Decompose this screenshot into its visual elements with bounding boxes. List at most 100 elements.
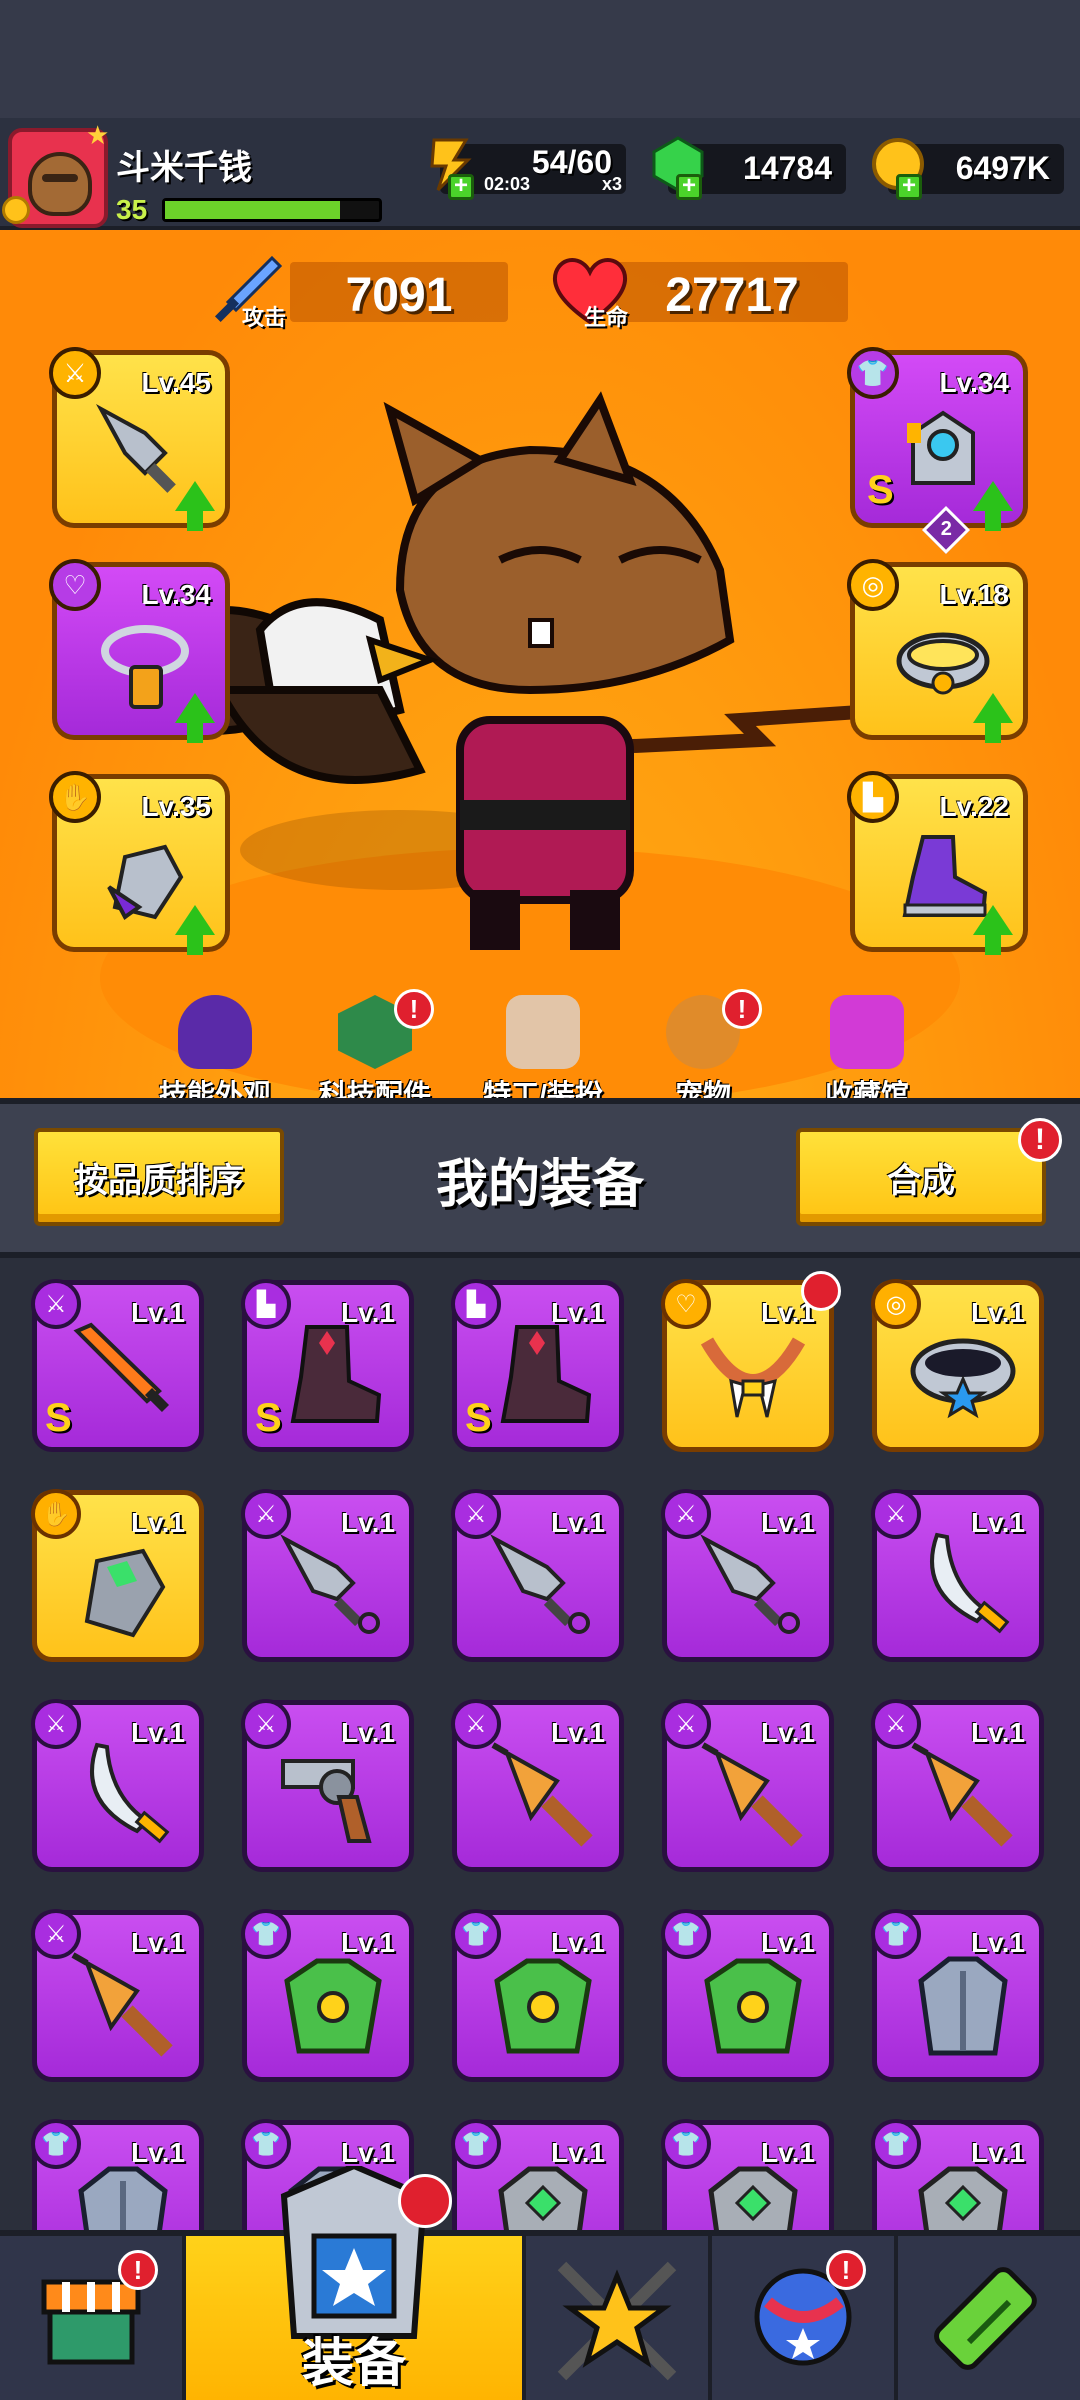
- energy-value: 54/60: [531, 144, 612, 180]
- inventory-item-green-armor[interactable]: 👕 Lv.1: [241, 1909, 414, 2082]
- inventory-item-fang-necklace[interactable]: ♡ Lv.1: [661, 1271, 841, 1452]
- inventory-item-star-belt[interactable]: ◎ Lv.1: [871, 1279, 1044, 1452]
- green-armor-icon: [284, 1958, 382, 2054]
- menu-agent-outfit-label: 特工/装扮: [483, 1079, 603, 1098]
- inventory-item-drill[interactable]: ⚔ Lv.1: [31, 1909, 204, 2082]
- menu-pets[interactable]: 宠物 !: [628, 989, 778, 1098]
- inventory-item-flame-sword[interactable]: ⚔ Lv.1 S: [31, 1279, 204, 1452]
- upgrade-arrow-icon: [175, 693, 215, 743]
- notification-badge: [398, 2174, 452, 2228]
- mech-glove-icon: [84, 1548, 166, 1638]
- inventory-grid: ⚔ Lv.1 S ▙ Lv.1 S ▙ Lv.1 S ♡ Lv.1 ◎ Lv.1 ✋ Lv.1 ⚔ Lv.1 ⚔ L…: [0, 1258, 1080, 2230]
- inventory-item-green-armor[interactable]: 👕 Lv.1: [661, 1909, 834, 2082]
- machete-icon: [90, 1742, 170, 1844]
- add-coins-button[interactable]: +: [896, 174, 922, 200]
- star-count-badge: 2: [921, 505, 971, 555]
- energy-counter[interactable]: + 54/60 02:03 x3: [430, 138, 626, 200]
- inventory-item-gem-armor[interactable]: 👕 Lv.1: [451, 2119, 624, 2230]
- necklace-slot-icon: ♡: [49, 559, 101, 611]
- belt-slot-icon: ◎: [847, 559, 899, 611]
- star-icon: ★: [86, 120, 110, 150]
- menu-skill-skins[interactable]: 技能外观: [140, 995, 290, 1098]
- equipped-gloves-slot[interactable]: ✋ Lv.35: [49, 771, 230, 955]
- crossed-swords-star-icon: [557, 2261, 677, 2381]
- inventory-item-mech-glove[interactable]: ✋ Lv.1: [31, 1489, 204, 1662]
- menu-collection-label: 收藏馆: [824, 1079, 909, 1098]
- equipped-gloves-level: Lv.35: [141, 791, 211, 822]
- sort-by-quality-button[interactable]: 按品质排序: [34, 1128, 284, 1226]
- inventory-item-kunai[interactable]: ⚔ Lv.1: [451, 1489, 624, 1662]
- drill-icon: [701, 1742, 803, 1847]
- menu-tech-parts[interactable]: 科技配件 !: [300, 989, 450, 1098]
- equipped-boots-slot[interactable]: ▙ Lv.22: [847, 771, 1028, 955]
- equipped-armor-level: Lv.34: [939, 367, 1009, 398]
- glove-slot-icon: ✋: [49, 771, 101, 823]
- inventory-item-kunai[interactable]: ⚔ Lv.1: [241, 1489, 414, 1662]
- nav-planet[interactable]: !: [712, 2236, 898, 2400]
- weapon-slot-icon: ⚔: [49, 347, 101, 399]
- nav-equipment-label: 装备: [301, 2335, 406, 2393]
- notification-badge: !: [394, 989, 434, 1029]
- notification-badge: !: [826, 2250, 866, 2290]
- inventory-item-revolver[interactable]: ⚔ Lv.1: [241, 1699, 414, 1872]
- upgrade-arrow-icon: [973, 481, 1013, 531]
- equipped-necklace-slot[interactable]: ♡ Lv.34: [49, 559, 230, 743]
- add-energy-button[interactable]: +: [448, 174, 474, 200]
- item-grade: S: [465, 1396, 492, 1440]
- xp-bar: [162, 198, 382, 222]
- inventory-item-gem-armor[interactable]: 👕 Lv.1: [661, 2119, 834, 2230]
- inventory-item-drill[interactable]: ⚔ Lv.1: [661, 1699, 834, 1872]
- armor-slot-icon: 👕: [847, 347, 899, 399]
- dark-boots-icon: [290, 1325, 382, 1423]
- xp-fill: [165, 201, 341, 219]
- my-equipment-title: 我的装备: [435, 1156, 644, 1214]
- hp-value: 27717: [665, 269, 799, 322]
- equipped-weapon-slot[interactable]: ⚔ Lv.45: [49, 347, 230, 531]
- equipped-belt-slot[interactable]: ◎ Lv.18: [847, 559, 1028, 743]
- inventory-item-steel-armor[interactable]: 👕 Lv.1: [31, 2119, 204, 2230]
- gem-counter[interactable]: + 14784: [652, 136, 846, 200]
- agent-face-icon: [506, 995, 580, 1069]
- upgrade-arrow-icon: [973, 693, 1013, 743]
- attack-value: 7091: [345, 269, 453, 322]
- my-equipment-bar: 按品质排序 我的装备 合成 !: [0, 1098, 1080, 1258]
- inventory-item-machete[interactable]: ⚔ Lv.1: [31, 1699, 204, 1872]
- energy-multiplier: x3: [601, 174, 622, 194]
- inventory-item-drill[interactable]: ⚔ Lv.1: [451, 1699, 624, 1872]
- menu-tech-parts-label: 科技配件: [318, 1079, 431, 1098]
- gem-armor-icon: [498, 2166, 588, 2230]
- equipped-armor-slot[interactable]: 👕 Lv.34 S 2: [847, 347, 1028, 555]
- fang-necklace-icon: [700, 1337, 806, 1418]
- inventory-item-dark-boots[interactable]: ▙ Lv.1 S: [241, 1279, 414, 1452]
- nav-shop[interactable]: !: [0, 2236, 186, 2400]
- drill-icon: [71, 1952, 173, 2057]
- nav-battle[interactable]: [526, 2236, 712, 2400]
- upgrade-arrow-icon: [175, 905, 215, 955]
- inventory-item-gem-armor[interactable]: 👕 Lv.1: [871, 2119, 1044, 2230]
- inventory-item-kunai[interactable]: ⚔ Lv.1: [661, 1489, 834, 1662]
- menu-collection[interactable]: 收藏馆: [792, 995, 942, 1098]
- dna-capsule-icon: [934, 2267, 1037, 2370]
- merge-badge: !: [1018, 1118, 1062, 1162]
- inventory-item-dark-boots[interactable]: ▙ Lv.1 S: [451, 1279, 624, 1452]
- inventory-item-green-armor[interactable]: 👕 Lv.1: [451, 1909, 624, 2082]
- coin-counter[interactable]: + 6497K: [872, 138, 1064, 200]
- dark-boots-icon: [500, 1325, 592, 1423]
- hero-character: [200, 391, 891, 950]
- merge-button[interactable]: 合成: [796, 1128, 1046, 1226]
- inventory-item-drill[interactable]: ⚔ Lv.1: [871, 1699, 1044, 1872]
- add-gems-button[interactable]: +: [676, 174, 702, 200]
- inventory-item-steel-armor[interactable]: 👕 Lv.1: [871, 1909, 1044, 2082]
- inventory-item-machete[interactable]: ⚔ Lv.1: [871, 1489, 1044, 1662]
- star-belt-icon: [910, 1338, 1016, 1419]
- hero-panel: 7091 攻击 27717 生命 ⚔ Lv.45 ♡ Lv.34 ✋ Lv.35…: [0, 230, 1080, 1098]
- new-item-badge: [801, 1271, 841, 1311]
- equipped-armor-grade: S: [867, 468, 894, 512]
- menu-agent-outfit[interactable]: 特工/装扮: [468, 995, 618, 1098]
- nav-evolve[interactable]: [898, 2236, 1080, 2400]
- nav-equipment[interactable]: 装备: [186, 2166, 526, 2400]
- hp-stat: 27717: [616, 262, 848, 322]
- green-armor-icon: [704, 1958, 802, 2054]
- status-bar-area: [0, 0, 1080, 118]
- top-header: ★ 斗米千钱 35 + 54/60 02:03 x3 + 14784 + 649…: [0, 118, 1080, 230]
